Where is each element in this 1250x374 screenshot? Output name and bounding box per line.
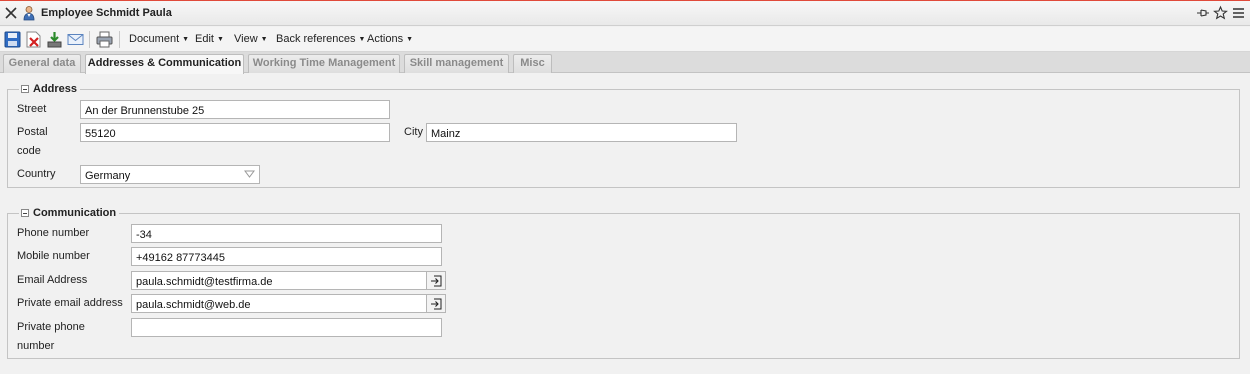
open-email-icon — [431, 275, 442, 287]
hamburger-menu-icon[interactable] — [1231, 5, 1246, 21]
open-email-icon — [431, 298, 442, 310]
postal-code-input[interactable]: 55120 — [80, 123, 390, 142]
tab-skill-management[interactable]: Skill management — [404, 54, 509, 73]
menu-edit[interactable]: Edit ▼ — [195, 33, 224, 45]
private-phone-label: Private phone — [17, 321, 85, 333]
toolbar: Document ▼ Edit ▼ View ▼ Back references ▼ A… — [0, 27, 1250, 52]
tab-addresses-communication[interactable]: Addresses & Communication — [85, 54, 244, 74]
send-email-button[interactable] — [427, 271, 446, 290]
communication-group: Communication Phone number -34 Mobile nu… — [7, 206, 1240, 359]
phone-number-label: Phone number — [17, 227, 90, 239]
address-legend[interactable]: Address — [19, 82, 81, 96]
tab-bar: General data Addresses & Communication W… — [0, 52, 1250, 74]
collapse-icon[interactable] — [21, 85, 29, 93]
country-select-value: Germany — [85, 170, 131, 182]
star-icon[interactable] — [1213, 5, 1228, 21]
email-address-input[interactable]: paula.schmidt@testfirma.de — [131, 271, 427, 290]
email-address-label: Email Address — [17, 274, 88, 286]
postal-code-label-line2: code — [17, 145, 41, 157]
print-icon[interactable] — [96, 31, 113, 48]
download-icon[interactable] — [46, 31, 63, 48]
window-title: Employee Schmidt Paula — [41, 7, 172, 19]
tab-misc[interactable]: Misc — [513, 54, 552, 73]
save-icon[interactable] — [4, 31, 21, 48]
phone-number-input[interactable]: -34 — [131, 224, 442, 243]
chevron-down-icon[interactable] — [244, 169, 255, 179]
mobile-number-label: Mobile number — [17, 250, 90, 262]
street-input[interactable]: An der Brunnenstube 25 — [80, 100, 390, 119]
menu-view[interactable]: View ▼ — [234, 33, 268, 45]
private-phone-label-line2: number — [17, 340, 55, 352]
address-group: Address Street An der Brunnenstube 25 Po… — [7, 82, 1240, 188]
city-input[interactable]: Mainz — [426, 123, 737, 142]
tab-general-data[interactable]: General data — [3, 54, 81, 73]
collapse-icon[interactable] — [21, 209, 29, 217]
private-email-label: Private email address — [17, 297, 123, 309]
window-titlebar: Employee Schmidt Paula — [0, 0, 1250, 26]
employee-icon — [22, 5, 36, 21]
close-icon[interactable] — [3, 5, 19, 21]
tab-working-time-management[interactable]: Working Time Management — [248, 54, 400, 73]
private-phone-input[interactable] — [131, 318, 442, 337]
menu-back-references[interactable]: Back references ▼ — [276, 33, 365, 45]
toolbar-separator — [119, 31, 120, 48]
communication-legend[interactable]: Communication — [19, 206, 120, 220]
country-label: Country — [17, 168, 56, 180]
menu-actions[interactable]: Actions ▼ — [367, 33, 413, 45]
private-email-input[interactable]: paula.schmidt@web.de — [131, 294, 427, 313]
toolbar-separator — [89, 31, 90, 48]
delete-icon[interactable] — [25, 31, 42, 48]
postal-code-label: Postal — [17, 126, 48, 138]
city-label: City — [404, 126, 423, 138]
send-private-email-button[interactable] — [427, 294, 446, 313]
pin-icon[interactable] — [1195, 5, 1210, 21]
mobile-number-input[interactable]: +49162 87773445 — [131, 247, 442, 266]
street-label: Street — [17, 103, 47, 115]
email-icon[interactable] — [67, 31, 84, 48]
country-select[interactable]: Germany — [80, 165, 260, 184]
menu-document[interactable]: Document ▼ — [129, 33, 189, 45]
